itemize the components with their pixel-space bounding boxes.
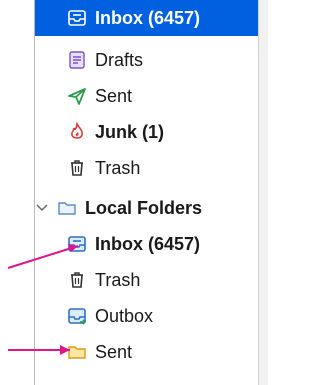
folder-item-label: Inbox (6457) <box>95 8 201 28</box>
inbox-icon <box>67 8 87 28</box>
folder-item-trash[interactable]: Trash <box>67 150 140 186</box>
folder-item-label: Junk (1) <box>95 122 165 142</box>
sent-icon <box>67 86 87 106</box>
junk-icon <box>67 122 87 142</box>
outbox-icon <box>67 306 87 326</box>
folder-icon <box>67 342 87 362</box>
folder-item-label: Inbox (6457) <box>95 234 201 254</box>
folder-icon <box>57 198 77 218</box>
folder-item-label: Sent <box>95 86 133 106</box>
inbox-icon <box>67 234 87 254</box>
folder-item-label: Trash <box>95 158 141 178</box>
chevron-down-icon[interactable] <box>35 198 49 218</box>
folder-item-sent[interactable]: Sent <box>67 78 132 114</box>
folder-item-label: Drafts <box>95 50 144 70</box>
local-folder-item-inbox[interactable]: Inbox (6457) <box>67 226 200 262</box>
scrollbar[interactable] <box>258 0 268 385</box>
folder-item-label: Sent <box>95 342 133 362</box>
folder-item-junk[interactable]: Junk (1) <box>67 114 164 150</box>
folder-pane: Inbox (6457) Drafts Sent Junk (1) Trash … <box>34 0 268 385</box>
drafts-icon <box>67 50 87 70</box>
trash-icon <box>67 158 87 178</box>
local-folder-item-trash[interactable]: Trash <box>67 262 140 298</box>
trash-icon <box>67 270 87 290</box>
folder-item-drafts[interactable]: Drafts <box>67 42 143 78</box>
folder-item-inbox[interactable]: Inbox (6457) <box>35 0 259 36</box>
local-folder-item-sent[interactable]: Sent <box>67 334 132 370</box>
local-folder-item-outbox[interactable]: Outbox <box>67 298 153 334</box>
folder-item-label: Trash <box>95 270 141 290</box>
local-folders-label: Local Folders <box>85 198 203 218</box>
folder-item-label: Outbox <box>95 306 154 326</box>
folder-pane-screenshot: Inbox (6457) Drafts Sent Junk (1) Trash … <box>0 0 269 385</box>
local-folders-header[interactable]: Local Folders <box>35 190 202 226</box>
